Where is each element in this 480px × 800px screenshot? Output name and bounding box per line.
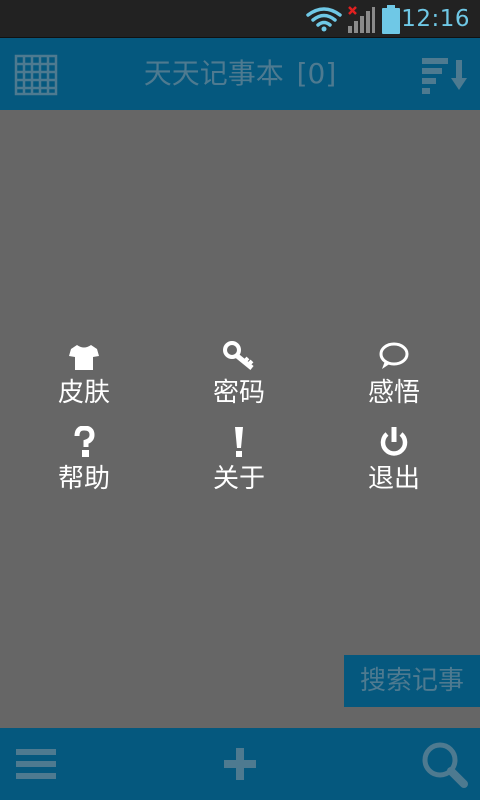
menu-item-label: 皮肤 (57, 378, 110, 408)
clock: 12:16 (401, 6, 470, 32)
grid-icon[interactable] (14, 54, 58, 96)
question-icon (74, 426, 95, 457)
signal-no-service-icon (348, 6, 375, 33)
hamburger-menu-icon[interactable] (14, 728, 58, 800)
battery-icon (382, 5, 400, 34)
menu-item-label: 退出 (367, 464, 420, 494)
menu-item-label: 帮助 (57, 464, 110, 494)
menu-item-label: 感悟 (367, 378, 420, 408)
wifi-icon (306, 7, 342, 32)
status-bar: 12:16 (0, 0, 480, 38)
menu-item-skin[interactable]: 皮肤 (24, 340, 144, 416)
popup-menu: 皮肤 密码 感悟 帮助 关于 退出 (0, 340, 480, 500)
search-icon[interactable] (420, 728, 468, 800)
speech-bubble-icon (379, 342, 409, 369)
sort-descending-icon[interactable] (420, 56, 470, 96)
app-title: 天天记事本 [0] (90, 38, 390, 110)
menu-item-label: 关于 (212, 464, 265, 494)
menu-item-thoughts[interactable]: 感悟 (334, 340, 454, 416)
add-icon[interactable] (220, 728, 260, 800)
menu-item-password[interactable]: 密码 (179, 340, 299, 416)
menu-item-about[interactable]: 关于 (179, 426, 299, 502)
top-app-bar: 天天记事本 [0] (0, 38, 480, 110)
power-icon (380, 427, 408, 456)
key-icon (223, 341, 254, 370)
note-count: [0] (296, 57, 337, 90)
tshirt-icon (69, 345, 99, 370)
menu-item-exit[interactable]: 退出 (334, 426, 454, 502)
bottom-toolbar (0, 728, 480, 800)
exclamation-icon (235, 427, 243, 457)
search-notes-button[interactable]: 搜索记事 (344, 655, 480, 707)
menu-item-help[interactable]: 帮助 (24, 426, 144, 502)
app-title-text: 天天记事本 (143, 57, 284, 90)
menu-item-label: 密码 (212, 378, 265, 408)
